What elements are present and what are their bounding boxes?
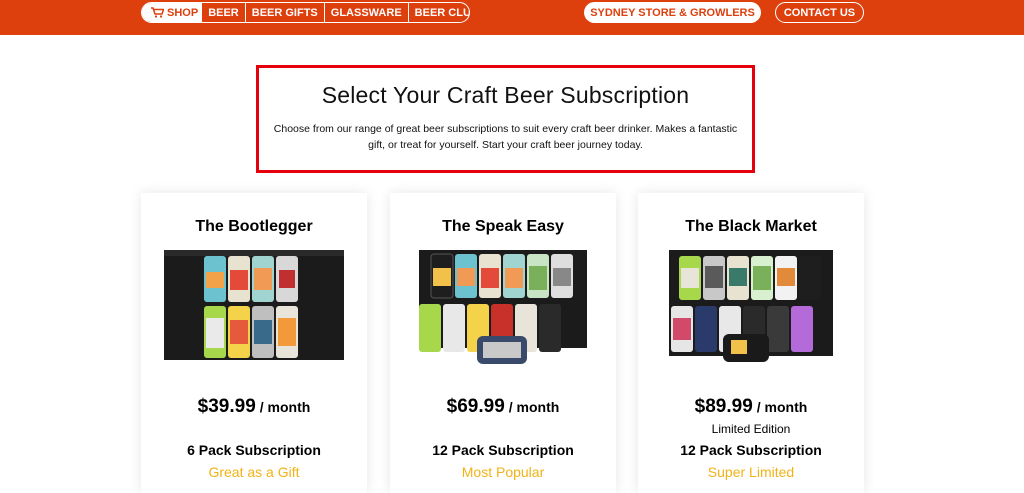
shop-label: SHOP — [167, 6, 199, 19]
beer-box-image[interactable] — [413, 248, 593, 368]
subscription-header: Select Your Craft Beer Subscription Choo… — [256, 65, 755, 173]
nav-link-beer-gifts[interactable]: BEER GIFTS — [244, 3, 324, 22]
beer-box-image[interactable] — [164, 248, 344, 368]
nav-link-glassware[interactable]: GLASSWARE — [323, 3, 408, 22]
plan-price: $39.99 — [197, 396, 256, 417]
plan-edition — [141, 422, 367, 436]
shop-button[interactable]: SHOP — [142, 3, 203, 22]
price-period: / month — [259, 399, 311, 415]
plan-name: The Bootlegger — [195, 218, 313, 235]
price-period: / month — [756, 399, 808, 415]
plan-pack: 6 Pack Subscription — [187, 442, 321, 458]
plan-pack: 12 Pack Subscription — [432, 442, 574, 458]
plan-tagline: Most Popular — [461, 464, 545, 480]
price-row: $89.99 / month — [638, 396, 864, 418]
price-row: $39.99 / month — [141, 396, 367, 418]
plan-edition — [390, 422, 616, 436]
page-description: Choose from our range of great beer subs… — [273, 123, 738, 151]
top-nav-bar: SHOP BEER BEER GIFTS GLASSWARE BEER CLUB… — [0, 0, 1024, 35]
plan-price: $69.99 — [446, 396, 505, 417]
page-title: Select Your Craft Beer Subscription — [321, 82, 690, 108]
price-period: / month — [508, 399, 560, 415]
shop-menu: SHOP BEER BEER GIFTS GLASSWARE BEER CLUB — [141, 2, 470, 23]
plan-tagline: Great as a Gift — [208, 464, 300, 480]
plan-card-bootlegger[interactable]: The Bootlegger $39.99 / month 6 Pack Sub… — [141, 193, 367, 493]
beer-box-image[interactable] — [661, 248, 841, 368]
contact-us-button[interactable]: CONTACT US — [775, 2, 864, 23]
plan-edition: Limited Edition — [711, 422, 791, 436]
plan-card-black-market[interactable]: The Black Market $89.99 / month Limited … — [638, 193, 864, 493]
plan-name: The Speak Easy — [442, 218, 564, 235]
plan-card-speak-easy[interactable]: The Speak Easy $69.99 / month 12 Pack Su… — [390, 193, 616, 493]
plan-price: $89.99 — [694, 396, 753, 417]
nav-link-beer[interactable]: BEER — [202, 3, 245, 22]
sydney-store-button[interactable]: SYDNEY STORE & GROWLERS — [584, 2, 761, 23]
plan-pack: 12 Pack Subscription — [680, 442, 822, 458]
plan-tagline: Super Limited — [707, 464, 795, 480]
price-row: $69.99 / month — [390, 396, 616, 418]
plan-name: The Black Market — [685, 218, 817, 235]
nav-link-beer-club[interactable]: BEER CLUB — [407, 3, 469, 22]
shopping-cart-icon — [151, 7, 164, 18]
